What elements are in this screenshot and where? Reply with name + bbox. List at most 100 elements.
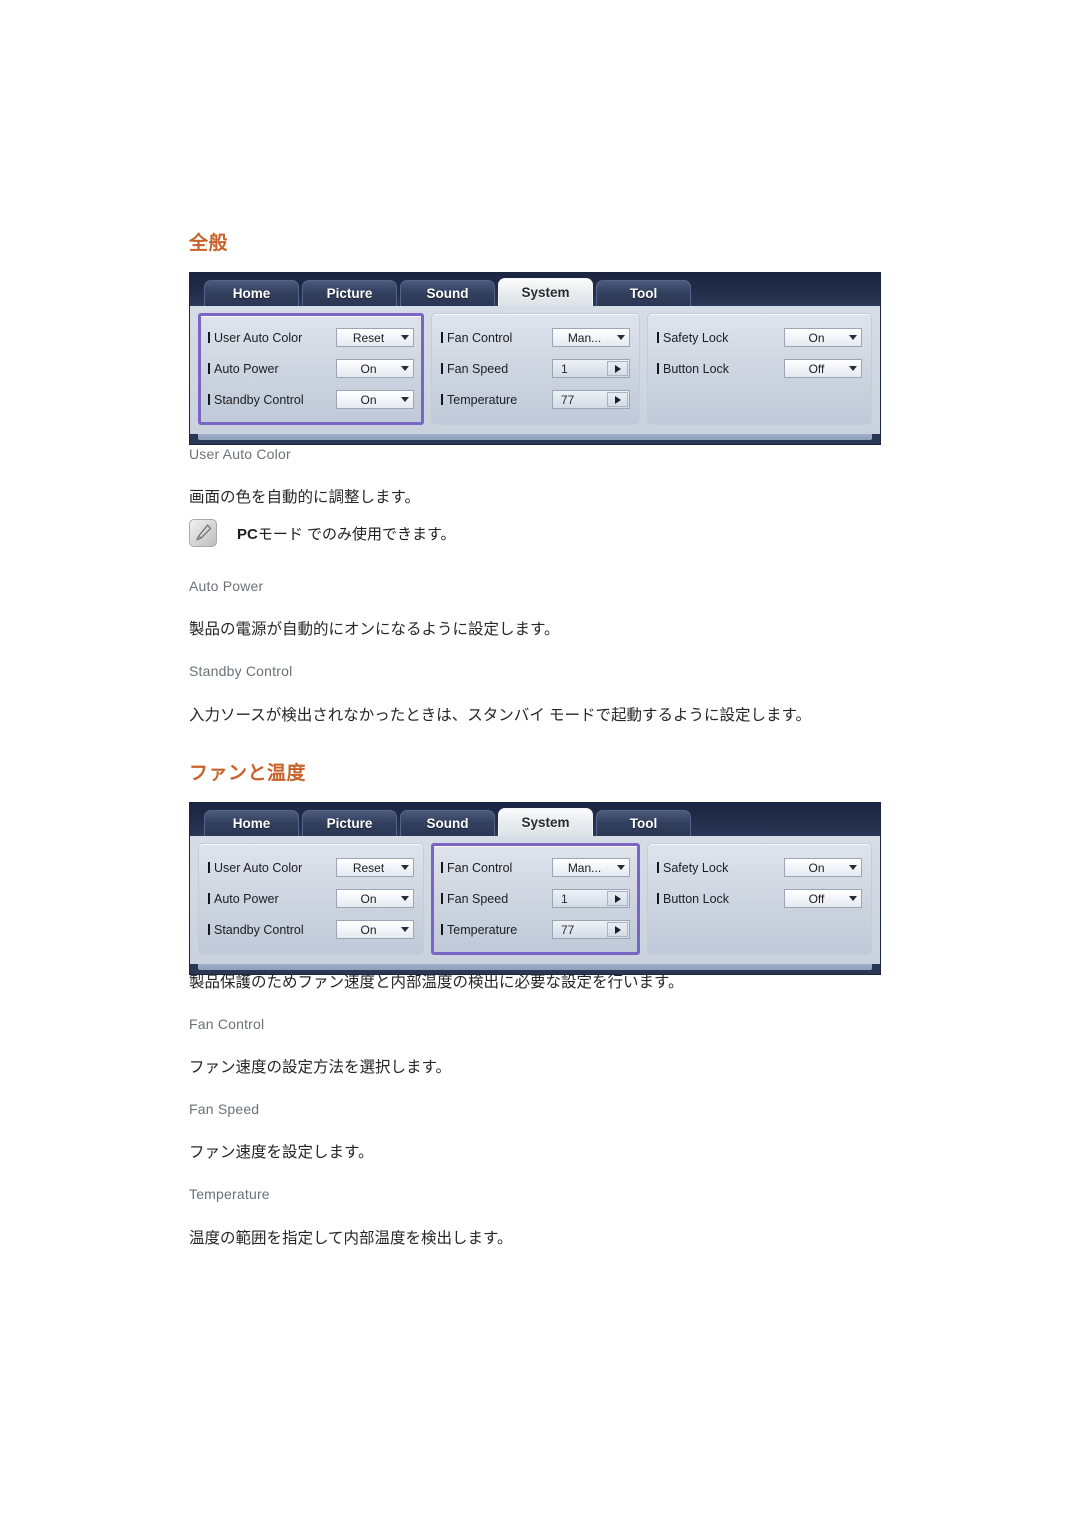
osd-setting-label-text: Safety Lock — [663, 860, 729, 875]
tab-tool[interactable]: Tool — [596, 280, 691, 306]
osd-dropdown-safety-lock[interactable]: On — [784, 858, 862, 877]
chevron-down-icon — [844, 335, 861, 340]
stepper-right-icon[interactable] — [607, 361, 628, 376]
osd-setting-label: Safety Lock — [657, 331, 784, 345]
osd-control-value: On — [360, 361, 377, 376]
feature-term-standby-control: Standby Control — [189, 663, 293, 679]
osd-dropdown-safety-lock[interactable]: On — [784, 328, 862, 347]
osd-setting-label-text: Safety Lock — [663, 330, 729, 345]
osd-dropdown-auto-power[interactable]: On — [336, 889, 414, 908]
chevron-down-icon — [844, 366, 861, 371]
document-page: 全般 Home Picture Sound System Tool User Auto Co… — [0, 0, 1080, 1527]
bullet-tick-icon — [208, 363, 210, 374]
description-text: 製品の電源が自動的にオンになるように設定します。 — [189, 621, 560, 638]
stepper-right-icon[interactable] — [607, 392, 628, 407]
osd-setting-label-text: Fan Speed — [447, 361, 509, 376]
osd-setting-row: Auto Power On — [208, 353, 414, 384]
osd-setting-label-text: User Auto Color — [214, 330, 303, 345]
bullet-tick-icon — [208, 862, 210, 873]
chevron-down-glyph — [400, 896, 409, 901]
osd-dropdown-fan-control[interactable]: Man... — [552, 858, 630, 877]
osd-dropdown-fan-control[interactable]: Man... — [552, 328, 630, 347]
osd-menu-panel: Home Picture Sound System Tool User Auto Colo… — [189, 802, 881, 975]
osd-setting-label-text: Standby Control — [214, 392, 304, 407]
osd-setting-label: Fan Control — [441, 861, 552, 875]
tab-home[interactable]: Home — [204, 280, 299, 306]
osd-setting-label: Button Lock — [657, 362, 784, 376]
section-heading: ファンと温度 — [189, 763, 307, 784]
osd-setting-label: Standby Control — [208, 393, 336, 407]
description-text: 画面の色を自動的に調整します。 — [189, 489, 420, 506]
osd-setting-row: Fan Speed 1 — [441, 353, 630, 384]
note-text: PCモード でのみ使用できます。 — [237, 523, 456, 544]
bullet-tick-icon — [441, 862, 443, 873]
osd-control-value: 1 — [561, 891, 568, 906]
osd-setting-row: Fan Control Man... — [441, 322, 630, 353]
osd-setting-label-text: User Auto Color — [214, 860, 303, 875]
bullet-tick-icon — [208, 924, 210, 935]
osd-setting-label: User Auto Color — [208, 331, 336, 345]
osd-spinner-fan-speed[interactable]: 1 — [552, 359, 630, 378]
osd-spinner-temperature[interactable]: 77 — [552, 390, 630, 409]
osd-setting-row: Fan Speed 1 — [441, 883, 630, 914]
osd-dropdown-standby-control[interactable]: On — [336, 920, 414, 939]
osd-setting-label: Temperature — [441, 393, 552, 407]
bullet-tick-icon — [208, 394, 210, 405]
note-pencil-icon — [189, 519, 217, 547]
osd-dropdown-standby-control[interactable]: On — [336, 390, 414, 409]
bullet-tick-icon — [441, 394, 443, 405]
osd-dropdown-button-lock[interactable]: Off — [784, 359, 862, 378]
osd-spinner-temperature[interactable]: 77 — [552, 920, 630, 939]
osd-control-value: 77 — [561, 922, 575, 937]
osd-setting-row: Standby Control On — [208, 384, 414, 415]
bullet-tick-icon — [657, 893, 659, 904]
osd-settings-body: User Auto Color Reset Auto Power On Standby … — [190, 306, 880, 434]
osd-tab-bar: Home Picture Sound System Tool — [190, 273, 880, 306]
tab-tool[interactable]: Tool — [596, 810, 691, 836]
chevron-down-icon — [612, 335, 629, 340]
osd-menu-panel: Home Picture Sound System Tool User Auto Colo… — [189, 272, 881, 445]
tab-picture[interactable]: Picture — [302, 810, 397, 836]
osd-setting-label-text: Temperature — [447, 392, 518, 407]
stepper-right-icon[interactable] — [607, 922, 628, 937]
chevron-down-icon — [844, 896, 861, 901]
tab-home[interactable]: Home — [204, 810, 299, 836]
bullet-tick-icon — [441, 332, 443, 343]
tab-sound[interactable]: Sound — [400, 810, 495, 836]
osd-control-value: On — [360, 891, 377, 906]
osd-setting-label: Safety Lock — [657, 861, 784, 875]
chevron-down-glyph — [400, 865, 409, 870]
osd-setting-row: Temperature 77 — [441, 384, 630, 415]
osd-setting-label-text: Fan Control — [447, 860, 513, 875]
osd-column-2: Fan Control Man... Fan Speed 1 Temperature 77 — [431, 313, 640, 425]
chevron-down-glyph — [848, 865, 857, 870]
tab-sound[interactable]: Sound — [400, 280, 495, 306]
osd-column-1-highlighted: User Auto Color Reset Auto Power On Standby … — [198, 313, 424, 425]
chevron-down-glyph — [616, 335, 625, 340]
note-callout: PCモード でのみ使用できます。 — [189, 519, 456, 547]
description-text: ファン速度の設定方法を選択します。 — [189, 1059, 451, 1076]
stepper-right-icon[interactable] — [607, 891, 628, 906]
bullet-tick-icon — [441, 363, 443, 374]
osd-dropdown-user-auto-color[interactable]: Reset — [336, 328, 414, 347]
osd-setting-label-text: Auto Power — [214, 361, 279, 376]
tab-system[interactable]: System — [498, 278, 593, 306]
osd-setting-row: User Auto Color Reset — [208, 852, 414, 883]
osd-setting-label-text: Temperature — [447, 922, 518, 937]
tab-picture[interactable]: Picture — [302, 280, 397, 306]
feature-term-auto-power: Auto Power — [189, 578, 264, 594]
osd-control-value: Man... — [567, 330, 602, 345]
osd-setting-row: Button Lock Off — [657, 353, 862, 384]
osd-dropdown-auto-power[interactable]: On — [336, 359, 414, 378]
bullet-tick-icon — [441, 924, 443, 935]
osd-setting-label-text: Standby Control — [214, 922, 304, 937]
tab-system[interactable]: System — [498, 808, 593, 836]
chevron-down-glyph — [848, 896, 857, 901]
osd-column-3: Safety Lock On Button Lock Off — [647, 843, 872, 955]
osd-dropdown-user-auto-color[interactable]: Reset — [336, 858, 414, 877]
description-text: 製品保護のためファン速度と内部温度の検出に必要な設定を行います。 — [189, 974, 684, 991]
osd-dropdown-button-lock[interactable]: Off — [784, 889, 862, 908]
osd-control-value: Reset — [352, 330, 385, 345]
osd-setting-row: Standby Control On — [208, 914, 414, 945]
osd-spinner-fan-speed[interactable]: 1 — [552, 889, 630, 908]
